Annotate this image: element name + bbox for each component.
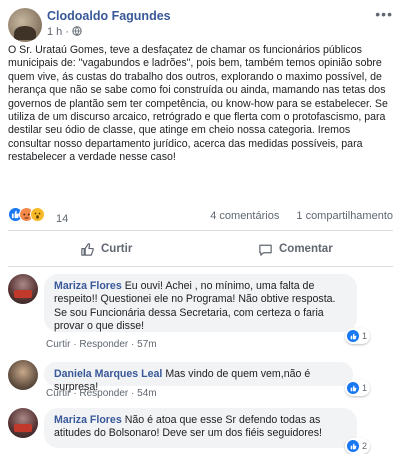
comment-time[interactable]: 54m — [137, 388, 156, 399]
engagement-counts: 4 comentários 1 compartilhamento — [196, 210, 393, 222]
comment-time[interactable]: 57m — [137, 339, 156, 350]
comment-like-link[interactable]: Curtir — [46, 339, 70, 350]
comment-bubble: Mariza Flores Eu ouvi! Achei , no mínimo,… — [44, 274, 357, 332]
comment-like-badge[interactable]: 1 — [345, 328, 371, 344]
post-actions: Curtir Comentar — [0, 234, 401, 264]
meta-separator: · — [65, 26, 70, 38]
post-header: Clodoaldo Fagundes 1 h · ••• — [0, 0, 401, 42]
divider — [8, 230, 393, 231]
like-button[interactable]: Curtir — [80, 234, 132, 264]
like-reaction-icon — [347, 382, 359, 394]
comment-like-link[interactable]: Curtir — [46, 388, 70, 399]
post-time[interactable]: 1 h — [47, 26, 62, 38]
globe-icon — [72, 26, 82, 36]
commenter-name[interactable]: Mariza Flores — [54, 414, 122, 426]
comment-like-badge[interactable]: 2 — [345, 438, 371, 454]
comment-button[interactable]: Comentar — [258, 234, 333, 264]
comment-actions: Curtir · Responder · 57m — [46, 339, 157, 350]
post-stats: 14 4 comentários 1 compartilhamento — [0, 204, 401, 226]
commenter-avatar[interactable] — [8, 408, 38, 438]
like-reaction-icon — [347, 440, 359, 452]
divider — [8, 266, 393, 267]
like-label: Curtir — [101, 243, 133, 255]
thumbs-up-icon — [81, 242, 94, 256]
reaction-count: 14 — [56, 213, 69, 225]
commenter-name[interactable]: Mariza Flores — [54, 280, 122, 292]
commenter-avatar[interactable] — [8, 274, 38, 304]
post-meta: 1 h · — [47, 26, 82, 38]
comment-bubble: Daniela Marques Leal Mas vindo de quem ve… — [44, 362, 353, 393]
more-options-icon[interactable]: ••• — [375, 6, 393, 22]
shares-count[interactable]: 1 compartilhamento — [296, 210, 393, 222]
commenter-avatar[interactable] — [8, 360, 38, 390]
author-avatar[interactable] — [8, 8, 42, 42]
comment-label: Comentar — [279, 243, 333, 255]
post-author[interactable]: Clodoaldo Fagundes — [47, 9, 171, 23]
comment-actions: Curtir · Responder · 54m — [46, 388, 157, 399]
comment-like-count: 1 — [362, 331, 368, 341]
comments-count[interactable]: 4 comentários — [210, 210, 279, 222]
comment-icon — [259, 244, 272, 256]
post-text: O Sr. Urataú Gomes, teve a desfaçatez de… — [8, 44, 388, 164]
wow-reaction-icon — [30, 207, 45, 222]
comment-reply-link[interactable]: Responder — [79, 339, 128, 350]
commenter-name[interactable]: Daniela Marques Leal — [54, 368, 162, 380]
like-reaction-icon — [347, 330, 359, 342]
comment-reply-link[interactable]: Responder — [79, 388, 128, 399]
comment-like-badge[interactable]: 1 — [345, 380, 371, 396]
comment-bubble: Mariza Flores Não é atoa que esse Sr defe… — [44, 408, 357, 448]
comment-like-count: 1 — [362, 383, 368, 393]
